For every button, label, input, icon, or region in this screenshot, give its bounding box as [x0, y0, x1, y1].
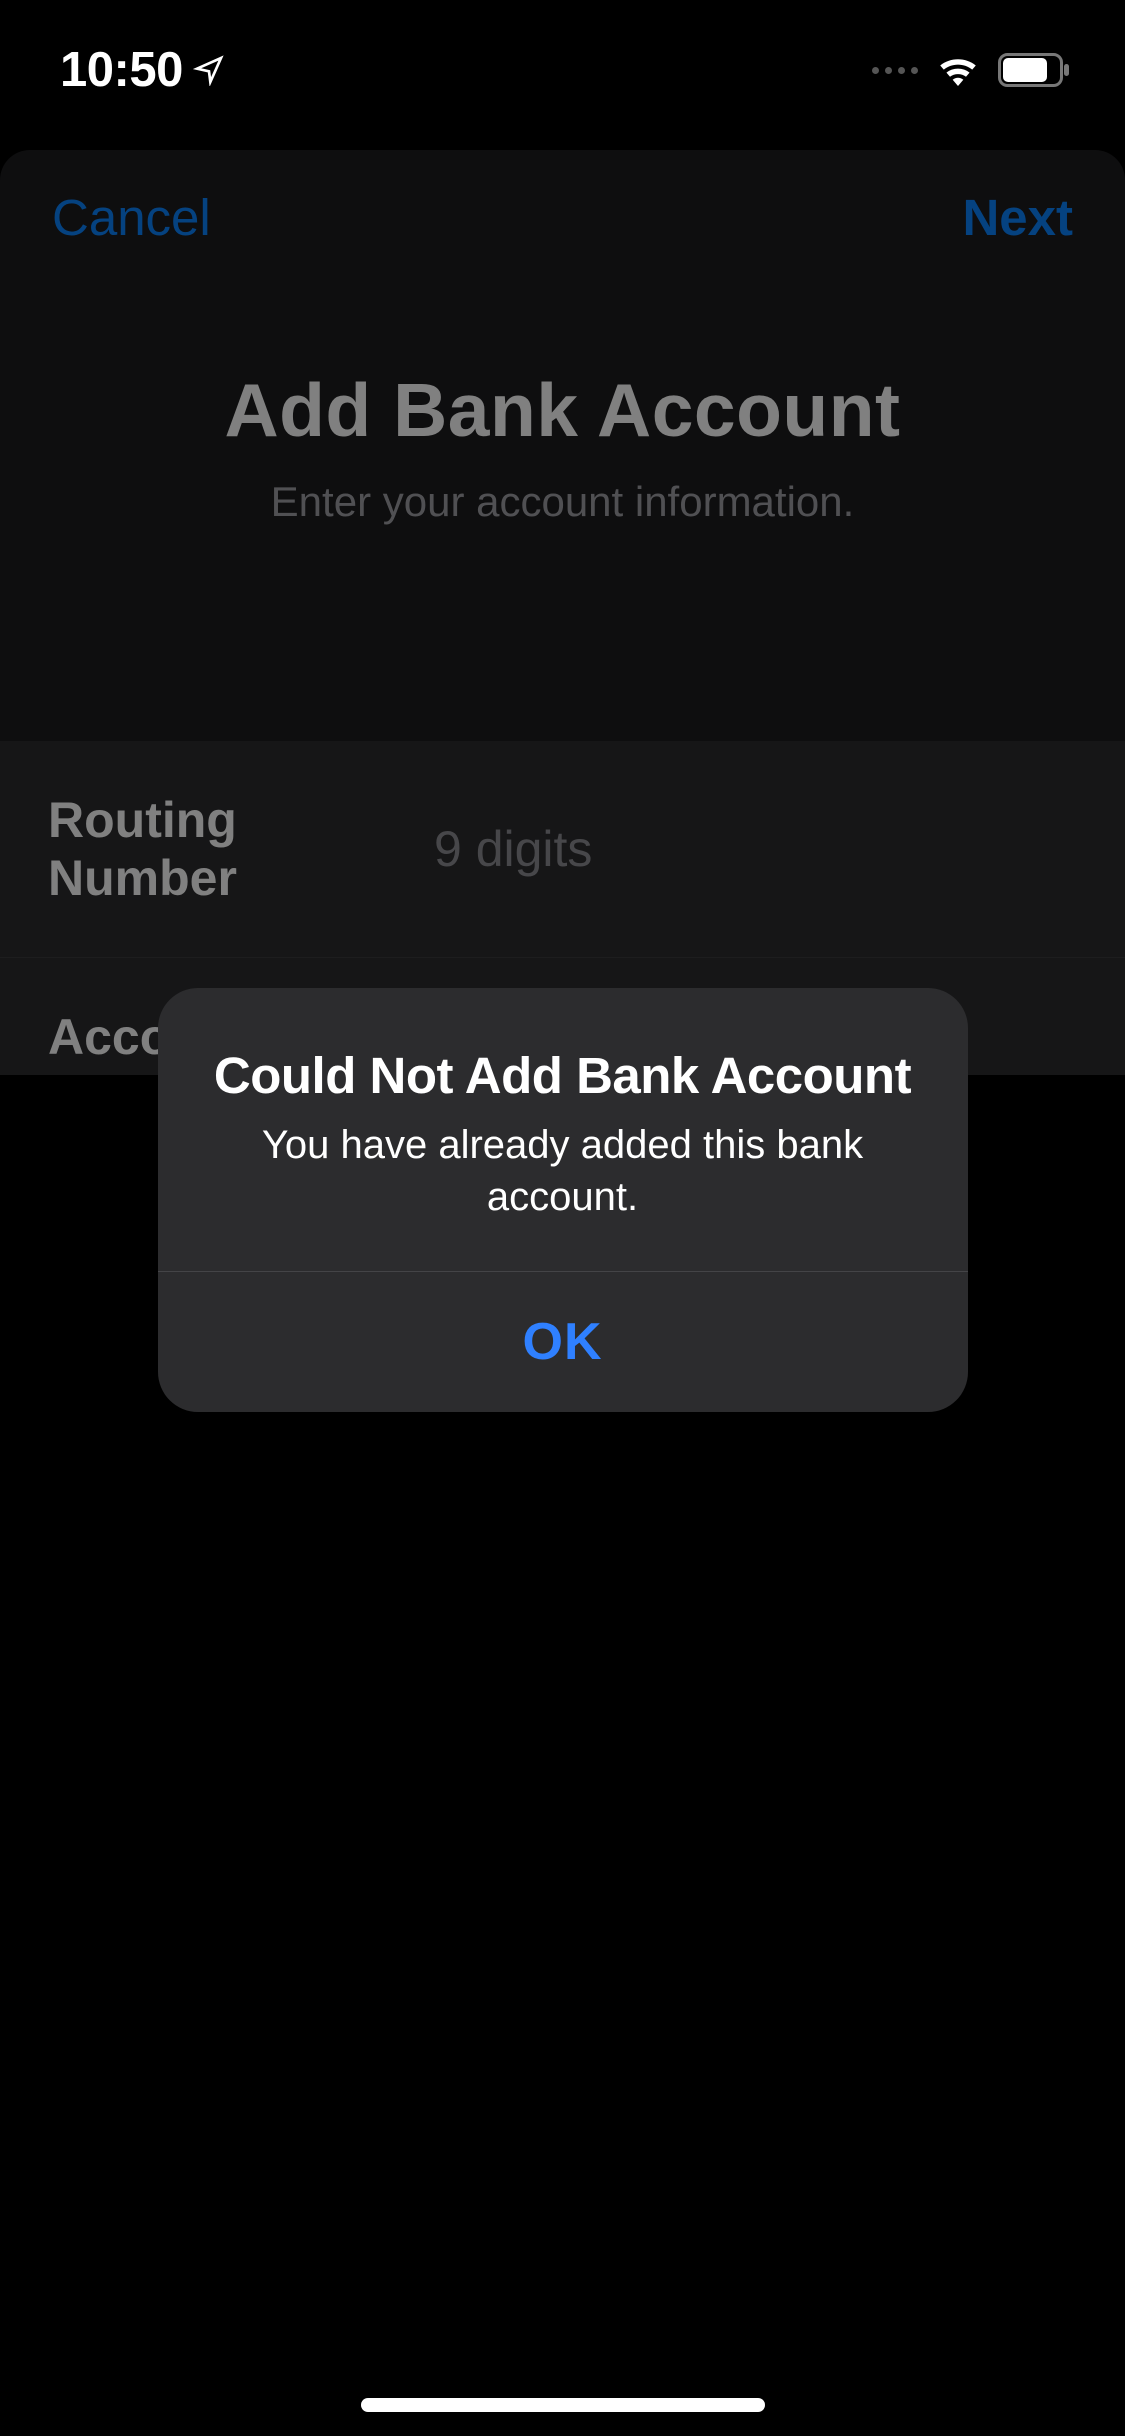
cellular-icon [872, 67, 918, 74]
status-bar: 10:50 [0, 0, 1125, 140]
routing-number-input[interactable] [434, 820, 1077, 878]
battery-icon [998, 53, 1070, 87]
alert-title: Could Not Add Bank Account [208, 1046, 918, 1105]
alert-actions: OK [158, 1271, 968, 1412]
ok-button[interactable]: OK [158, 1272, 968, 1412]
alert-dialog: Could Not Add Bank Account You have alre… [158, 988, 968, 1412]
status-indicators [872, 53, 1070, 87]
page-subtitle: Enter your account information. [0, 478, 1125, 526]
status-time-group: 10:50 [60, 42, 225, 98]
location-icon [193, 54, 225, 86]
routing-number-label: Routing Number [48, 791, 434, 907]
status-time: 10:50 [60, 42, 183, 98]
wifi-icon [936, 54, 980, 86]
cancel-button[interactable]: Cancel [52, 188, 211, 247]
alert-message: You have already added this bank account… [208, 1119, 918, 1223]
next-button[interactable]: Next [962, 188, 1073, 247]
sheet-header: Cancel Next [0, 150, 1125, 247]
alert-body: Could Not Add Bank Account You have alre… [158, 988, 968, 1271]
routing-number-row: Routing Number [0, 741, 1125, 958]
page-title: Add Bank Account [0, 367, 1125, 453]
home-indicator[interactable] [361, 2398, 765, 2412]
